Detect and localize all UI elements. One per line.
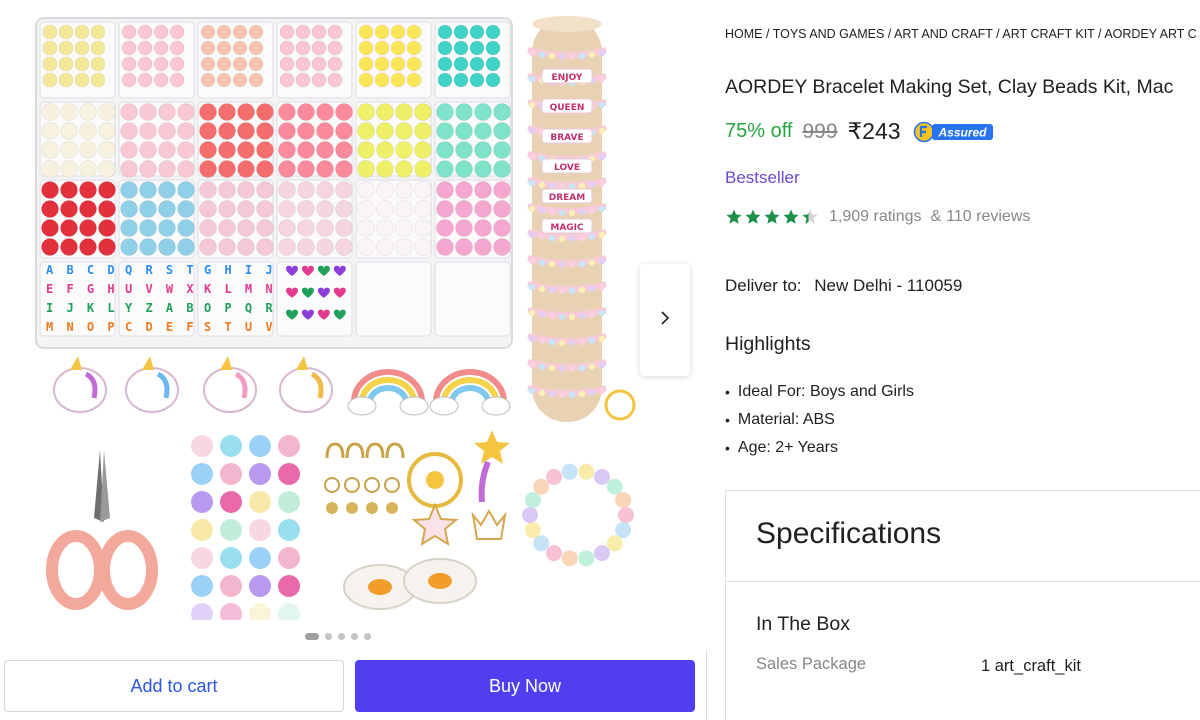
- svg-text:ENJOY: ENJOY: [552, 73, 583, 83]
- svg-text:O P Q R: O P Q R: [204, 301, 276, 315]
- bestseller-label: Bestseller: [725, 168, 800, 187]
- svg-text:C D E F: C D E F: [125, 320, 197, 334]
- svg-text:Q R S T: Q R S T: [125, 263, 197, 277]
- ratings-separator: &: [930, 208, 942, 225]
- svg-text:QUEEN: QUEEN: [550, 103, 585, 113]
- carousel-dot[interactable]: [351, 633, 358, 640]
- svg-text:K L M N: K L M N: [204, 282, 276, 296]
- svg-text:I J K L: I J K L: [46, 301, 118, 315]
- buy-now-button[interactable]: Buy Now: [355, 660, 695, 712]
- svg-text:LOVE: LOVE: [554, 163, 580, 173]
- spec-label: Sales Package: [756, 655, 867, 673]
- star-icon: [764, 209, 780, 224]
- specifications-card: Specifications In The Box Sales Package …: [725, 490, 1200, 720]
- carousel-dot[interactable]: [325, 633, 332, 640]
- in-the-box-heading: In The Box: [756, 613, 850, 635]
- breadcrumb-art-craft-kit[interactable]: Art Craft Kit: [1002, 27, 1094, 41]
- star-icon: [745, 209, 761, 224]
- star-icon: [783, 209, 799, 224]
- svg-text:Y Z A B: Y Z A B: [125, 301, 197, 315]
- svg-text:Assured: Assured: [937, 125, 987, 139]
- svg-text:S T U V: S T U V: [204, 320, 276, 334]
- product-image[interactable]: A B C D Q R S T G H I J E F G H U V W X K L M…: [30, 10, 660, 620]
- chevron-right-icon: [660, 310, 670, 330]
- carousel-dots: [305, 633, 371, 640]
- star-icon: [802, 209, 818, 224]
- breadcrumb: Home / Toys and Games / Art and Craft / …: [725, 27, 1197, 41]
- rating-row: 1,909 ratings & 110 reviews: [725, 208, 1030, 226]
- add-to-cart-button[interactable]: Add to cart: [4, 660, 344, 712]
- bead-organizer-box: A B C D Q R S T G H I J E F G H U V W X K L M…: [35, 17, 513, 349]
- highlight-item: Material: ABS: [725, 406, 914, 434]
- deliver-to-label: Deliver to:: [725, 276, 802, 295]
- delivery-location[interactable]: New Delhi - 110059: [814, 276, 962, 295]
- original-price: 999: [802, 119, 838, 143]
- divider: [726, 581, 1200, 582]
- selling-price: ₹243: [847, 118, 901, 144]
- product-details: Home / Toys and Games / Art and Craft / …: [725, 0, 1200, 720]
- highlights-heading: Highlights: [725, 333, 811, 355]
- ratings-count[interactable]: 1,909 ratings: [829, 208, 922, 226]
- star-icon: [726, 209, 742, 224]
- next-image-button[interactable]: [640, 264, 690, 376]
- assured-badge: Assured: [913, 121, 995, 143]
- svg-text:DREAM: DREAM: [549, 193, 586, 203]
- carousel-dot[interactable]: [338, 633, 345, 640]
- specifications-heading: Specifications: [756, 517, 942, 550]
- highlights-list: Ideal For: Boys and Girls Material: ABS …: [725, 378, 914, 462]
- highlight-item: Ideal For: Boys and Girls: [725, 378, 914, 406]
- rating-stars: [725, 208, 819, 226]
- svg-text:E F G H: E F G H: [46, 282, 118, 296]
- carousel-dot[interactable]: [305, 633, 319, 640]
- breadcrumb-toys-and-games[interactable]: Toys and Games: [773, 27, 885, 41]
- svg-text:BRAVE: BRAVE: [550, 133, 583, 143]
- svg-text:M N O P: M N O P: [46, 320, 118, 334]
- svg-text:MAGIC: MAGIC: [550, 223, 584, 233]
- product-gallery: A B C D Q R S T G H I J E F G H U V W X K L M…: [0, 0, 708, 720]
- breadcrumb-current[interactable]: AORDEY ART C: [1104, 27, 1196, 41]
- breadcrumb-home[interactable]: Home: [725, 27, 763, 41]
- delivery-row[interactable]: Deliver to: New Delhi - 110059: [725, 276, 962, 296]
- discount-percent: 75% off: [725, 120, 793, 142]
- svg-text:A B C D: A B C D: [46, 263, 118, 277]
- reviews-count[interactable]: 110 reviews: [946, 208, 1030, 226]
- divider: [706, 650, 707, 720]
- price-row: 75% off 999 ₹243 Assured: [725, 118, 995, 145]
- product-title: AORDEY Bracelet Making Set, Clay Beads K…: [725, 76, 1174, 98]
- breadcrumb-art-and-craft[interactable]: Art and Craft: [894, 27, 993, 41]
- carousel-dot[interactable]: [364, 633, 371, 640]
- highlight-item: Age: 2+ Years: [725, 434, 914, 462]
- svg-text:G H I J: G H I J: [204, 263, 276, 277]
- spec-value: 1 art_craft_kit: [981, 657, 1081, 675]
- svg-text:U V W X: U V W X: [125, 282, 197, 296]
